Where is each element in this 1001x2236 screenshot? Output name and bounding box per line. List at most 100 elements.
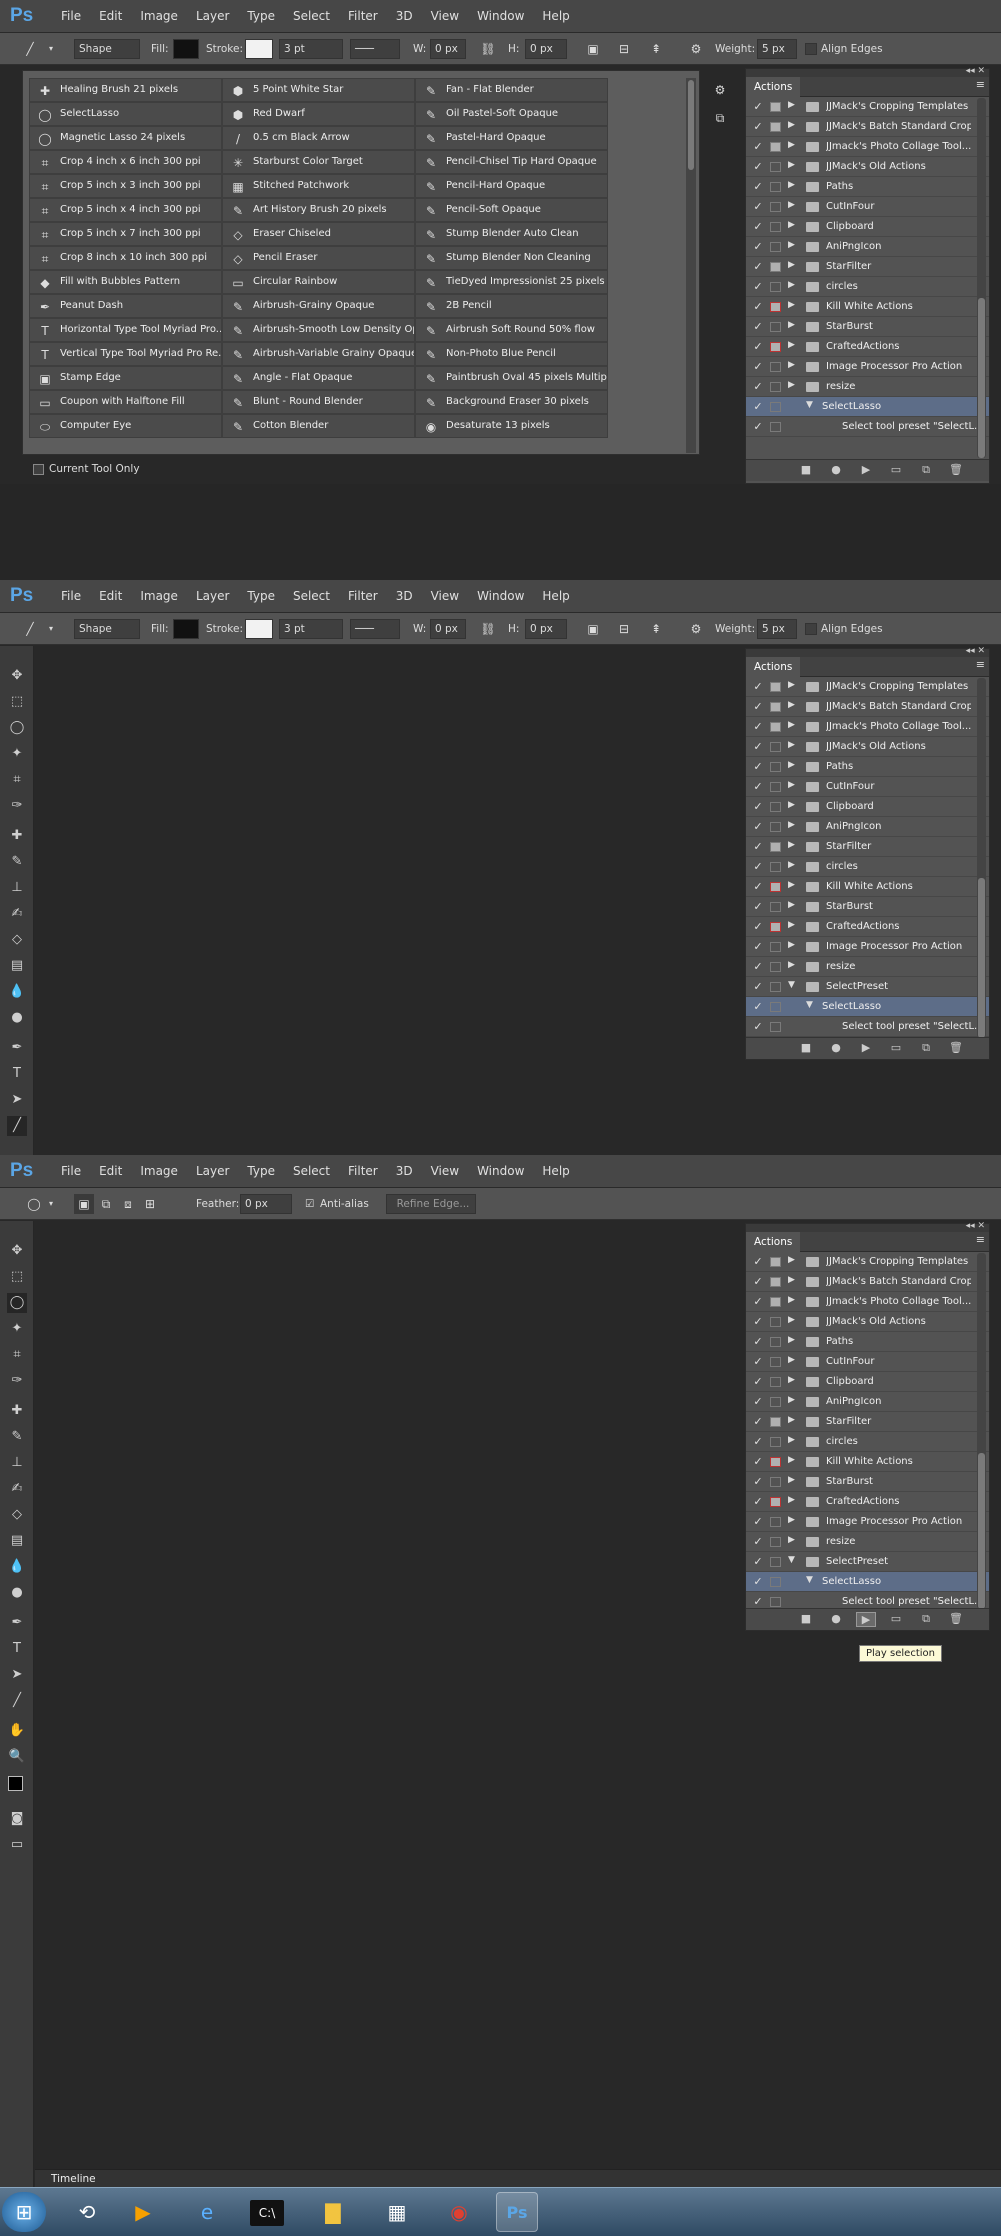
dodge-tool-icon[interactable]: ● <box>7 1008 27 1028</box>
preset-item[interactable]: ◇ Pencil Eraser <box>222 246 415 270</box>
menu-window[interactable]: Window <box>468 580 533 613</box>
toggle-item-check-icon[interactable]: ✓ <box>752 1435 764 1448</box>
preset-item[interactable]: ✳ Starburst Color Target <box>222 150 415 174</box>
action-row[interactable]: ✓ ▼ SelectLasso <box>746 397 989 417</box>
dialog-toggle-icon[interactable] <box>770 1577 781 1587</box>
preset-item[interactable]: ⬢ Red Dwarf <box>222 102 415 126</box>
action-set-row[interactable]: ✓ ▶ JJMack's Old Actions <box>746 1312 989 1332</box>
actions-tab[interactable]: Actions <box>746 657 801 677</box>
preset-item[interactable]: ✚ Healing Brush 21 pixels <box>29 78 222 102</box>
preset-item[interactable]: ▭ Circular Rainbow <box>222 270 415 294</box>
toggle-item-check-icon[interactable]: ✓ <box>752 980 764 993</box>
preset-item[interactable]: T Vertical Type Tool Myriad Pro Re... <box>29 342 222 366</box>
action-set-row[interactable]: ✓ ▶ Image Processor Pro Action <box>746 937 989 957</box>
new-preset-icon[interactable]: ⧉ <box>710 108 730 128</box>
preset-item[interactable]: ⌗ Crop 4 inch x 6 inch 300 ppi <box>29 150 222 174</box>
new-selection-icon[interactable]: ▣ <box>74 1194 94 1214</box>
toggle-item-check-icon[interactable]: ✓ <box>752 680 764 693</box>
preset-item[interactable]: ▣ Stamp Edge <box>29 366 222 390</box>
dialog-toggle-icon[interactable] <box>770 1517 781 1527</box>
action-step-row[interactable]: ✓ Select tool preset "SelectL... <box>746 1017 989 1037</box>
preset-item[interactable]: ✎ Fan - Flat Blender <box>415 78 608 102</box>
menu-view[interactable]: View <box>422 0 468 33</box>
dialog-toggle-icon[interactable] <box>770 1437 781 1447</box>
toggle-item-check-icon[interactable]: ✓ <box>752 1255 764 1268</box>
action-set-row[interactable]: ✓ ▶ StarFilter <box>746 1412 989 1432</box>
dialog-toggle-icon[interactable] <box>770 302 781 312</box>
chevron-down-icon[interactable]: ▾ <box>46 1194 56 1214</box>
type-tool-icon[interactable]: T <box>7 1639 27 1659</box>
line-tool-icon[interactable]: ╱ <box>7 1116 27 1136</box>
toggle-item-check-icon[interactable]: ✓ <box>752 1375 764 1388</box>
expand-down-icon[interactable]: ▼ <box>788 1555 795 1565</box>
dialog-toggle-icon[interactable] <box>770 242 781 252</box>
dialog-toggle-icon[interactable] <box>770 862 781 872</box>
toggle-item-check-icon[interactable]: ✓ <box>752 400 764 413</box>
dialog-toggle-icon[interactable] <box>770 202 781 212</box>
zoom-tool-icon[interactable]: 🔍 <box>7 1747 27 1767</box>
blur-tool-icon[interactable]: 💧 <box>7 982 27 1002</box>
chevron-down-icon[interactable]: ▾ <box>46 619 56 639</box>
menu-select[interactable]: Select <box>284 0 339 33</box>
dialog-toggle-icon[interactable] <box>770 162 781 172</box>
stroke-type-select[interactable]: ─── <box>350 619 400 639</box>
expand-right-icon[interactable]: ▶ <box>788 1415 795 1425</box>
menu-help[interactable]: Help <box>533 0 578 33</box>
dialog-toggle-icon[interactable] <box>770 882 781 892</box>
action-set-row[interactable]: ✓ ▶ resize <box>746 957 989 977</box>
stop-icon[interactable]: ■ <box>796 1612 816 1625</box>
shape-mode-select[interactable]: Shape <box>74 619 140 639</box>
action-set-row[interactable]: ✓ ▶ CraftedActions <box>746 337 989 357</box>
command-prompt-icon[interactable]: C:\ <box>250 2200 284 2226</box>
action-set-row[interactable]: ✓ ▶ resize <box>746 377 989 397</box>
actions-scrollbar[interactable] <box>977 98 986 458</box>
preset-item[interactable]: ⌗ Crop 5 inch x 7 inch 300 ppi <box>29 222 222 246</box>
collapse-icon[interactable]: ◂◂ ✕ <box>966 66 985 76</box>
panel-menu-icon[interactable]: ≡ <box>976 78 985 91</box>
menu-type[interactable]: Type <box>238 1155 284 1188</box>
trash-icon[interactable]: 🗑 <box>946 1041 966 1054</box>
preset-item[interactable]: / 0.5 cm Black Arrow <box>222 126 415 150</box>
toggle-item-check-icon[interactable]: ✓ <box>752 1535 764 1548</box>
actions-scrollbar[interactable] <box>977 1253 986 1609</box>
timeline-tab[interactable]: Timeline <box>51 2170 96 2188</box>
brush-tool-icon[interactable]: ✎ <box>7 1427 27 1447</box>
preset-item[interactable]: ✒ Peanut Dash <box>29 294 222 318</box>
expand-right-icon[interactable]: ▶ <box>788 920 795 930</box>
toggle-item-check-icon[interactable]: ✓ <box>752 280 764 293</box>
expand-right-icon[interactable]: ▶ <box>788 1335 795 1345</box>
toggle-item-check-icon[interactable]: ✓ <box>752 320 764 333</box>
action-set-row[interactable]: ✓ ▶ AniPngIcon <box>746 1392 989 1412</box>
dialog-toggle-icon[interactable] <box>770 702 781 712</box>
menu-file[interactable]: File <box>52 1155 90 1188</box>
menu-3d[interactable]: 3D <box>387 580 422 613</box>
dialog-toggle-icon[interactable] <box>770 122 781 132</box>
toggle-item-check-icon[interactable]: ✓ <box>752 920 764 933</box>
height-field[interactable]: 0 px <box>525 619 567 639</box>
expand-right-icon[interactable]: ▶ <box>788 1255 795 1265</box>
action-set-row[interactable]: ✓ ▶ CutInFour <box>746 1352 989 1372</box>
dialog-toggle-icon[interactable] <box>770 682 781 692</box>
pen-tool-icon[interactable]: ✒ <box>7 1613 27 1633</box>
current-tool-only[interactable]: Current Tool Only <box>33 463 140 475</box>
dialog-toggle-icon[interactable] <box>770 402 781 412</box>
dialog-toggle-icon[interactable] <box>770 1477 781 1487</box>
toggle-item-check-icon[interactable]: ✓ <box>752 900 764 913</box>
media-player-icon[interactable]: ▶ <box>122 2192 164 2232</box>
toggle-item-check-icon[interactable]: ✓ <box>752 240 764 253</box>
expand-right-icon[interactable]: ▶ <box>788 880 795 890</box>
actions-scroll-thumb[interactable] <box>978 878 985 1038</box>
action-set-row[interactable]: ✓ ▶ JJMack's Batch Standard Crop <box>746 1272 989 1292</box>
toggle-item-check-icon[interactable]: ✓ <box>752 200 764 213</box>
action-step-row[interactable]: ✓ Select tool preset "SelectL... <box>746 417 989 437</box>
toggle-item-check-icon[interactable]: ✓ <box>752 1335 764 1348</box>
dialog-toggle-icon[interactable] <box>770 1277 781 1287</box>
preset-item[interactable]: ◆ Fill with Bubbles Pattern <box>29 270 222 294</box>
toggle-item-check-icon[interactable]: ✓ <box>752 780 764 793</box>
action-set-row[interactable]: ✓ ▶ Paths <box>746 757 989 777</box>
new-action-icon[interactable]: ⧉ <box>916 1041 936 1055</box>
menu-type[interactable]: Type <box>238 0 284 33</box>
stop-icon[interactable]: ■ <box>796 463 816 476</box>
gear-icon[interactable]: ⚙ <box>710 80 730 100</box>
expand-right-icon[interactable]: ▶ <box>788 160 795 170</box>
